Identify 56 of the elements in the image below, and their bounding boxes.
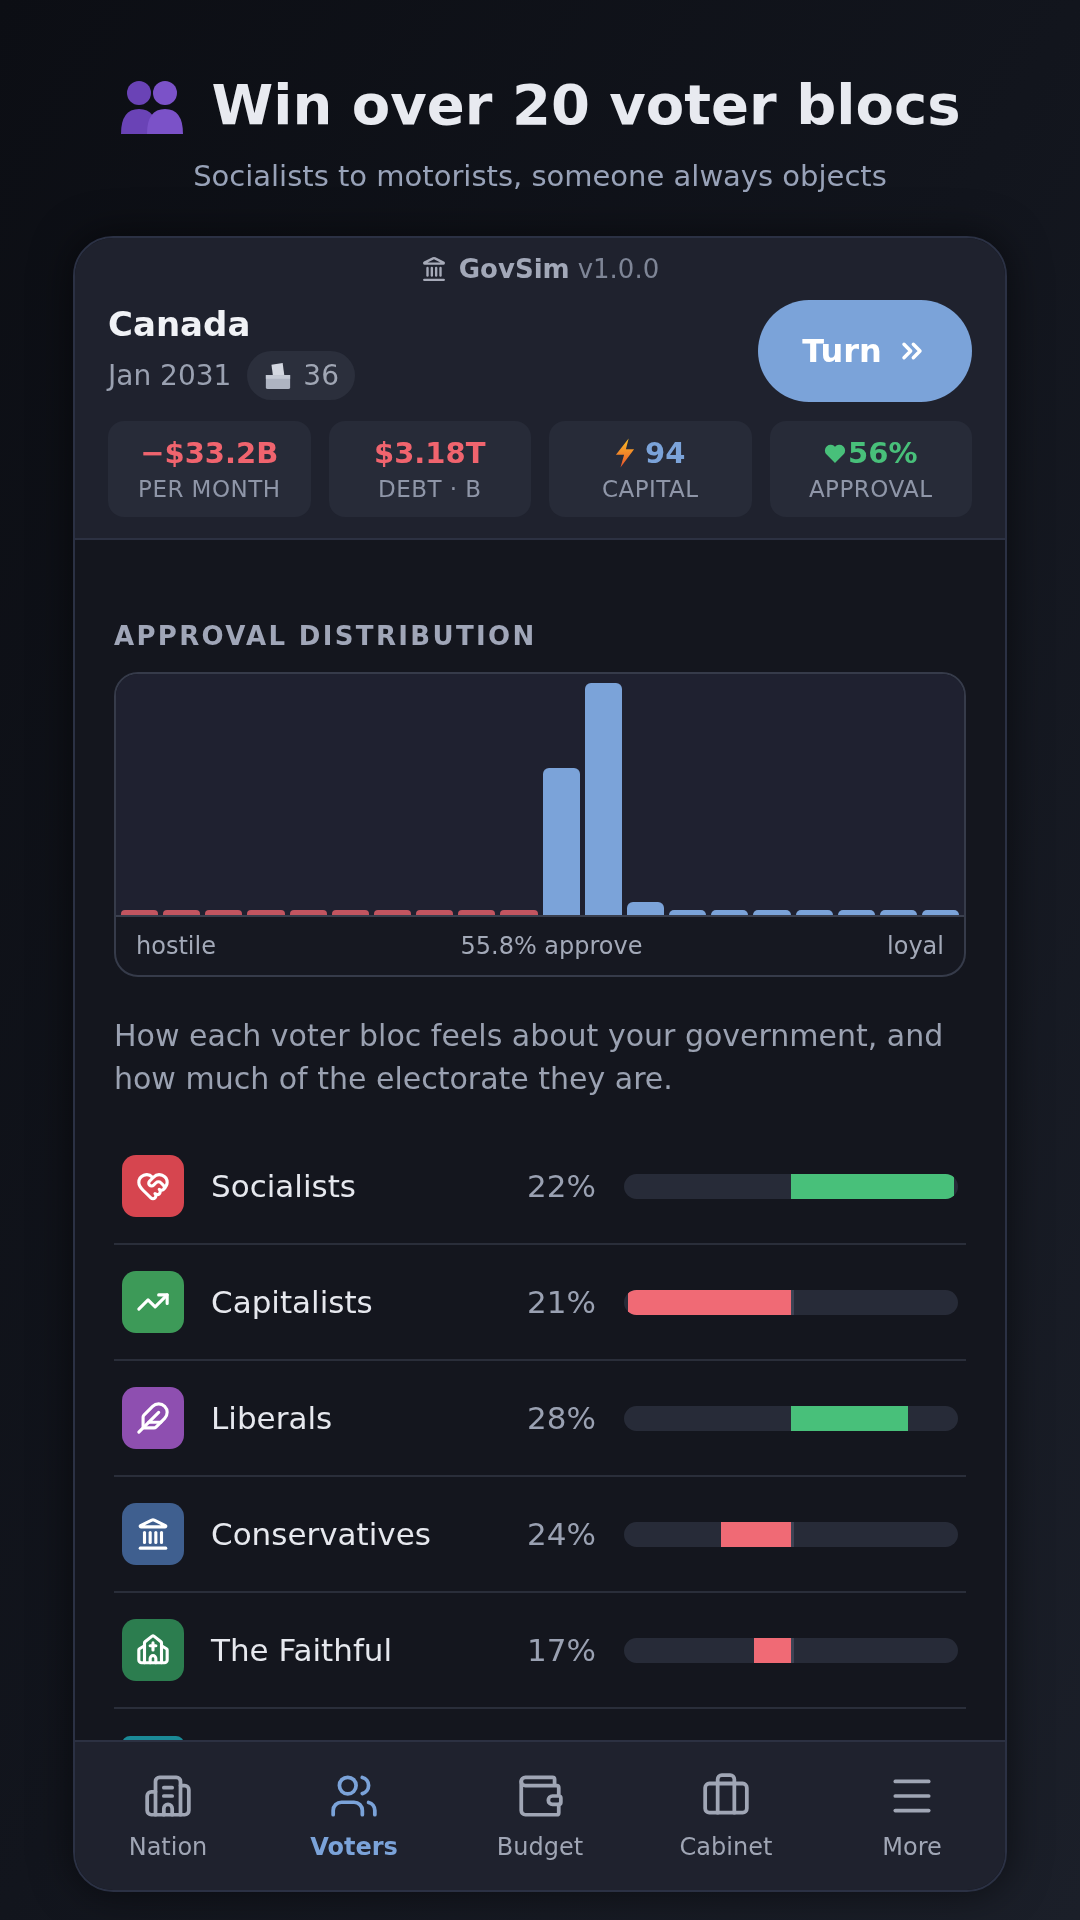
turn-count: 36 bbox=[303, 357, 339, 394]
bloc-share: 28% bbox=[526, 1399, 596, 1438]
histogram-bar bbox=[795, 910, 833, 915]
bloc-share: 21% bbox=[526, 1283, 596, 1322]
subtitle: Socialists to motorists, someone always objects bbox=[193, 160, 887, 192]
histogram-bar bbox=[921, 910, 960, 915]
axis-label: hostile bbox=[136, 931, 216, 962]
stat-label: PER MONTH bbox=[138, 474, 281, 504]
bloc-share: 24% bbox=[526, 1515, 596, 1554]
app-version: v1.0.0 bbox=[577, 252, 660, 286]
histogram-bar bbox=[205, 910, 243, 915]
bloc-name: Conservatives bbox=[211, 1515, 432, 1554]
histogram-bar bbox=[669, 910, 707, 915]
histogram-bar bbox=[247, 910, 285, 915]
bloc-name: Liberals bbox=[211, 1399, 334, 1438]
histogram-bar bbox=[331, 910, 369, 915]
bloc-name: Capitalists bbox=[211, 1283, 374, 1322]
axis-label: 55.8% approve bbox=[460, 931, 643, 962]
axis-label: loyal bbox=[887, 931, 944, 962]
histogram-bar bbox=[373, 910, 412, 915]
stat-label: CAPITAL bbox=[602, 474, 699, 504]
histogram-bar bbox=[837, 910, 875, 915]
stat-label: DEBT · B bbox=[378, 474, 482, 504]
stat-value: −$33.2B bbox=[140, 434, 279, 471]
lightning-icon bbox=[615, 437, 636, 468]
description: How each voter bloc feels about your government, and how much of the electorate they are. bbox=[114, 1017, 945, 1098]
landmark-icon bbox=[420, 256, 447, 282]
nav-tab[interactable]: Nation bbox=[75, 1742, 261, 1890]
nav-tab[interactable]: More bbox=[819, 1742, 1005, 1890]
stat-value: $3.18T bbox=[374, 434, 486, 471]
section-title: APPROVAL DISTRIBUTION bbox=[114, 620, 538, 652]
nav-tab[interactable]: Budget bbox=[447, 1742, 633, 1890]
current-date: Jan 2031 bbox=[108, 357, 232, 394]
heart-icon bbox=[824, 442, 847, 463]
stat-label: APPROVAL bbox=[808, 474, 933, 504]
histogram-bar bbox=[289, 910, 327, 915]
histogram-bar bbox=[500, 910, 538, 915]
bloc-name: The Faithful bbox=[211, 1631, 394, 1670]
app-name: GovSim bbox=[458, 252, 570, 286]
histogram-bar bbox=[121, 910, 159, 915]
histogram-bar bbox=[458, 910, 496, 915]
nav-tab[interactable]: Cabinet bbox=[633, 1742, 819, 1890]
histogram-bar bbox=[879, 910, 917, 915]
stat-value: 56% bbox=[848, 434, 918, 471]
bloc-name: Socialists bbox=[211, 1167, 357, 1206]
histogram-bar bbox=[626, 902, 665, 915]
headline: Win over 20 voter blocs bbox=[211, 73, 961, 137]
histogram-bar bbox=[711, 910, 749, 915]
stat-value: 94 bbox=[645, 434, 686, 471]
bloc-share: 17% bbox=[526, 1631, 596, 1670]
histogram-bar bbox=[416, 910, 454, 915]
histogram-bar bbox=[163, 910, 201, 915]
country-name: Canada bbox=[108, 304, 252, 344]
histogram-bar bbox=[753, 910, 791, 915]
nav-tab[interactable]: Voters bbox=[261, 1742, 447, 1890]
bloc-share: 22% bbox=[526, 1167, 596, 1206]
